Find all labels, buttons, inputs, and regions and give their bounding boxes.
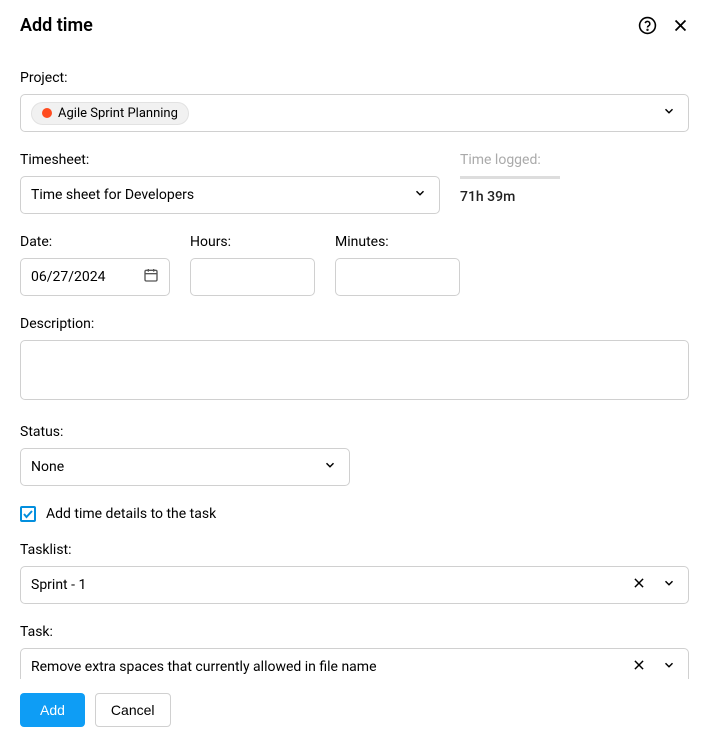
dialog-title: Add time <box>20 15 93 36</box>
chevron-down-icon <box>323 458 337 476</box>
project-label: Project: <box>20 70 689 86</box>
hours-field[interactable] <box>201 269 304 285</box>
description-label: Description: <box>20 316 689 332</box>
description-input[interactable] <box>20 340 689 400</box>
task-label: Task: <box>20 624 689 640</box>
tasklist-select[interactable]: Sprint - 1 <box>20 566 689 604</box>
chevron-down-icon <box>662 104 676 122</box>
date-field[interactable] <box>31 269 143 285</box>
add-details-checkbox[interactable] <box>20 506 36 522</box>
clear-task-icon[interactable] <box>632 658 646 676</box>
hours-label: Hours: <box>190 234 315 250</box>
close-icon[interactable] <box>672 17 689 34</box>
add-details-checkbox-row[interactable]: Add time details to the task <box>20 506 689 522</box>
time-logged-label: Time logged: <box>460 152 689 168</box>
timesheet-value: Time sheet for Developers <box>31 187 194 203</box>
project-color-dot <box>42 108 52 118</box>
tasklist-label: Tasklist: <box>20 542 689 558</box>
hours-input[interactable] <box>190 258 315 296</box>
dialog-footer: Add Cancel <box>0 679 709 741</box>
task-value: Remove extra spaces that currently allow… <box>31 659 377 675</box>
form-body[interactable]: Project: Agile Sprint Planning Timesheet… <box>0 50 709 679</box>
clear-tasklist-icon[interactable] <box>632 576 646 594</box>
minutes-label: Minutes: <box>335 234 460 250</box>
status-value: None <box>31 459 64 475</box>
chevron-down-icon <box>662 576 676 594</box>
timesheet-select[interactable]: Time sheet for Developers <box>20 176 440 214</box>
chevron-down-icon <box>662 658 676 676</box>
time-logged-progress <box>460 176 560 179</box>
project-chip: Agile Sprint Planning <box>31 102 189 125</box>
help-icon[interactable] <box>638 16 657 35</box>
project-name: Agile Sprint Planning <box>58 106 178 121</box>
date-label: Date: <box>20 234 170 250</box>
timesheet-label: Timesheet: <box>20 152 440 168</box>
add-details-checkbox-label: Add time details to the task <box>46 506 216 522</box>
tasklist-value: Sprint - 1 <box>31 577 86 593</box>
calendar-icon[interactable] <box>143 267 159 287</box>
chevron-down-icon <box>413 186 427 204</box>
minutes-field[interactable] <box>346 269 449 285</box>
header-actions <box>638 16 689 35</box>
status-select[interactable]: None <box>20 448 350 486</box>
project-select[interactable]: Agile Sprint Planning <box>20 94 689 132</box>
dialog-header: Add time <box>0 0 709 48</box>
time-logged-value: 71h 39m <box>460 189 689 205</box>
cancel-button[interactable]: Cancel <box>95 693 171 727</box>
minutes-input[interactable] <box>335 258 460 296</box>
add-button[interactable]: Add <box>20 693 85 727</box>
date-input[interactable] <box>20 258 170 296</box>
task-select[interactable]: Remove extra spaces that currently allow… <box>20 648 689 679</box>
status-label: Status: <box>20 424 689 440</box>
